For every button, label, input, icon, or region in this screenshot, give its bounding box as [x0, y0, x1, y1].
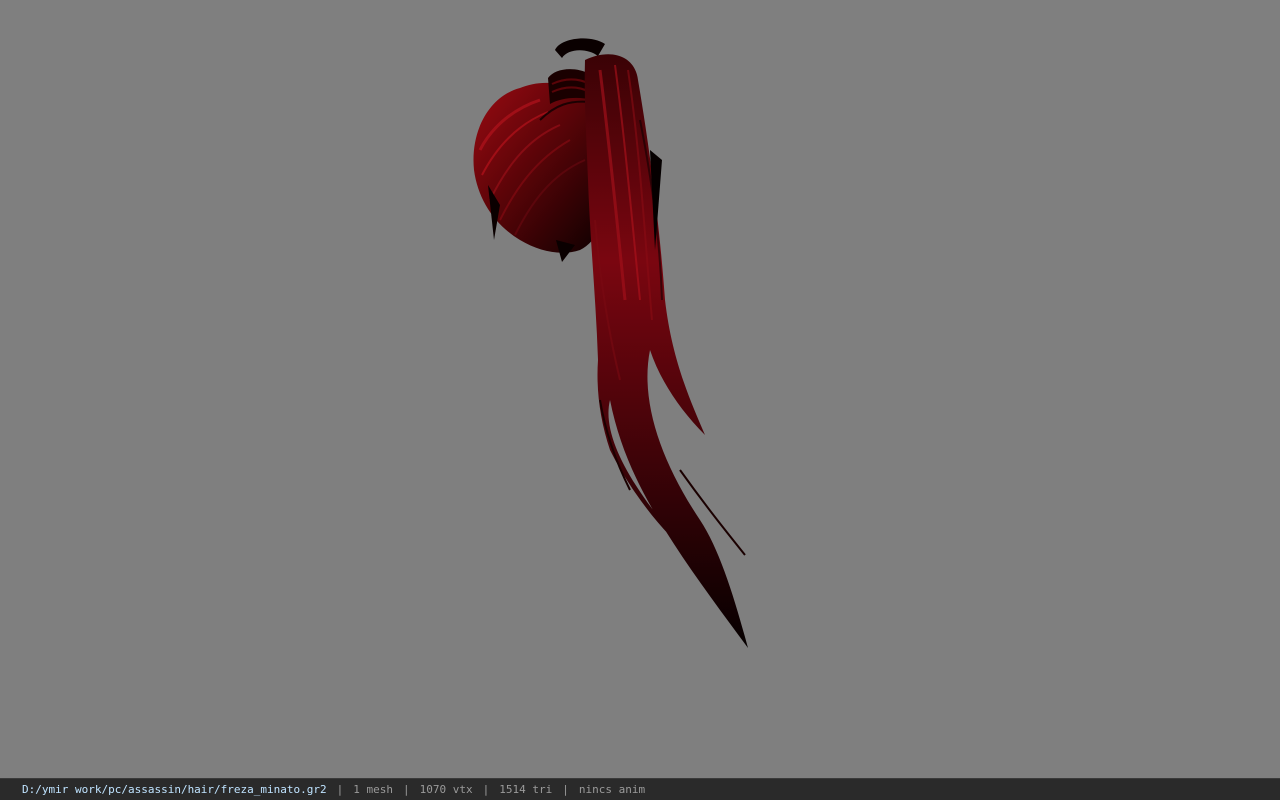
status-separator: |	[482, 783, 490, 796]
file-path-label: D:/ymir work/pc/assassin/hair/freza_mina…	[22, 783, 327, 796]
3d-viewport[interactable]	[0, 0, 1280, 778]
mesh-count-label: 1 mesh	[353, 783, 394, 796]
hair-ponytail	[584, 54, 748, 649]
status-bar: D:/ymir work/pc/assassin/hair/freza_mina…	[0, 778, 1280, 800]
status-separator: |	[562, 783, 569, 796]
hair-model-render[interactable]	[0, 0, 1280, 778]
status-separator: |	[336, 783, 344, 796]
triangle-count-label: 1514 tri	[499, 783, 553, 796]
vertex-count-label: 1070 vtx	[419, 783, 473, 796]
status-separator: |	[403, 783, 410, 796]
anim-status-label: nincs anim	[578, 783, 646, 796]
